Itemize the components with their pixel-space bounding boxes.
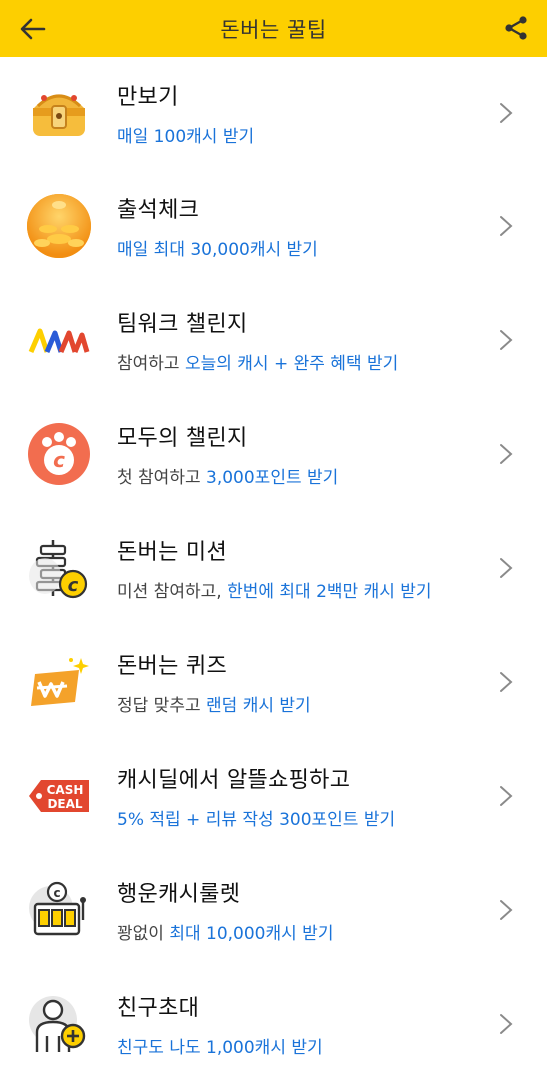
teamwork-logo-icon <box>26 307 92 373</box>
svg-text:c: c <box>68 575 79 596</box>
list-item-teamwork-challenge[interactable]: 팀워크 챌린지 참여하고 오늘의 캐시 + 완주 혜택 받기 <box>0 283 547 397</box>
list-item-earning-mission[interactable]: c 돈버는 미션 미션 참여하고, 한번에 최대 2백만 캐시 받기 <box>0 511 547 625</box>
quiz-won-icon <box>26 649 92 715</box>
chevron-right-icon <box>500 330 513 350</box>
item-subtitle: 미션 참여하고, 한번에 최대 2백만 캐시 받기 <box>117 582 432 602</box>
chevron-right-icon <box>500 1014 513 1034</box>
list-item-pedometer[interactable]: 만보기 매일 100캐시 받기 <box>0 57 547 169</box>
share-button[interactable] <box>501 13 531 43</box>
mission-coin-icon: c <box>26 535 92 601</box>
svg-text:c: c <box>53 448 65 472</box>
svg-text:DEAL: DEAL <box>47 797 82 811</box>
list-item-invite-friends[interactable]: 친구초대 친구도 나도 1,000캐시 받기 <box>0 967 547 1081</box>
item-title: 팀워크 챌린지 <box>117 312 248 337</box>
svg-text:c: c <box>53 886 60 900</box>
svg-text:CASH: CASH <box>47 783 84 797</box>
list-item-attendance[interactable]: 출석체크 매일 최대 30,000캐시 받기 <box>0 169 547 283</box>
item-subtitle: 매일 최대 30,000캐시 받기 <box>117 240 318 260</box>
page-title: 돈버는 꿀팁 <box>220 17 327 42</box>
chevron-right-icon <box>500 672 513 692</box>
chevron-right-icon <box>500 216 513 236</box>
back-button[interactable] <box>18 14 48 44</box>
treasure-chest-icon <box>26 80 92 146</box>
item-title: 캐시딜에서 알뜰쇼핑하고 <box>117 768 351 793</box>
item-title: 모두의 챌린지 <box>117 426 248 451</box>
slot-machine-icon: c <box>26 877 92 943</box>
add-friend-icon <box>26 991 92 1057</box>
item-title: 친구초대 <box>117 996 200 1021</box>
item-subtitle: 매일 100캐시 받기 <box>117 127 255 147</box>
chevron-right-icon <box>500 558 513 578</box>
chevron-right-icon <box>500 444 513 464</box>
chevron-right-icon <box>500 786 513 806</box>
list-item-lucky-roulette[interactable]: c 행운캐시룰렛 꽝없이 최대 10,000캐시 받기 <box>0 853 547 967</box>
list-item-cash-deal[interactable]: CASH DEAL 캐시딜에서 알뜰쇼핑하고 5% 적립 + 리뷰 작성 300… <box>0 739 547 853</box>
item-subtitle: 꽝없이 최대 10,000캐시 받기 <box>117 924 334 944</box>
cash-deal-tag-icon: CASH DEAL <box>26 763 92 829</box>
item-title: 돈버는 퀴즈 <box>117 654 227 679</box>
paw-coin-icon: c <box>26 421 92 487</box>
share-icon <box>505 16 527 40</box>
app-header: 돈버는 꿀팁 <box>0 0 547 57</box>
arrow-left-icon <box>20 18 46 40</box>
chevron-right-icon <box>500 900 513 920</box>
list-item-earning-quiz[interactable]: 돈버는 퀴즈 정답 맞추고 랜덤 캐시 받기 <box>0 625 547 739</box>
item-subtitle: 정답 맞추고 랜덤 캐시 받기 <box>117 696 311 716</box>
item-title: 만보기 <box>117 85 179 110</box>
chevron-right-icon <box>500 103 513 123</box>
item-title: 돈버는 미션 <box>117 540 227 565</box>
item-title: 행운캐시룰렛 <box>117 882 241 907</box>
item-subtitle: 첫 참여하고 3,000포인트 받기 <box>117 468 339 488</box>
list-item-everyone-challenge[interactable]: c 모두의 챌린지 첫 참여하고 3,000포인트 받기 <box>0 397 547 511</box>
coin-pile-icon <box>26 193 92 259</box>
item-title: 출석체크 <box>117 198 200 223</box>
item-subtitle: 친구도 나도 1,000캐시 받기 <box>117 1038 323 1058</box>
item-subtitle: 5% 적립 + 리뷰 작성 300포인트 받기 <box>117 810 396 830</box>
item-subtitle: 참여하고 오늘의 캐시 + 완주 혜택 받기 <box>117 354 399 374</box>
tips-list: 만보기 매일 100캐시 받기 출석체크 매일 최대 30,000캐시 받기 팀… <box>0 57 547 1081</box>
